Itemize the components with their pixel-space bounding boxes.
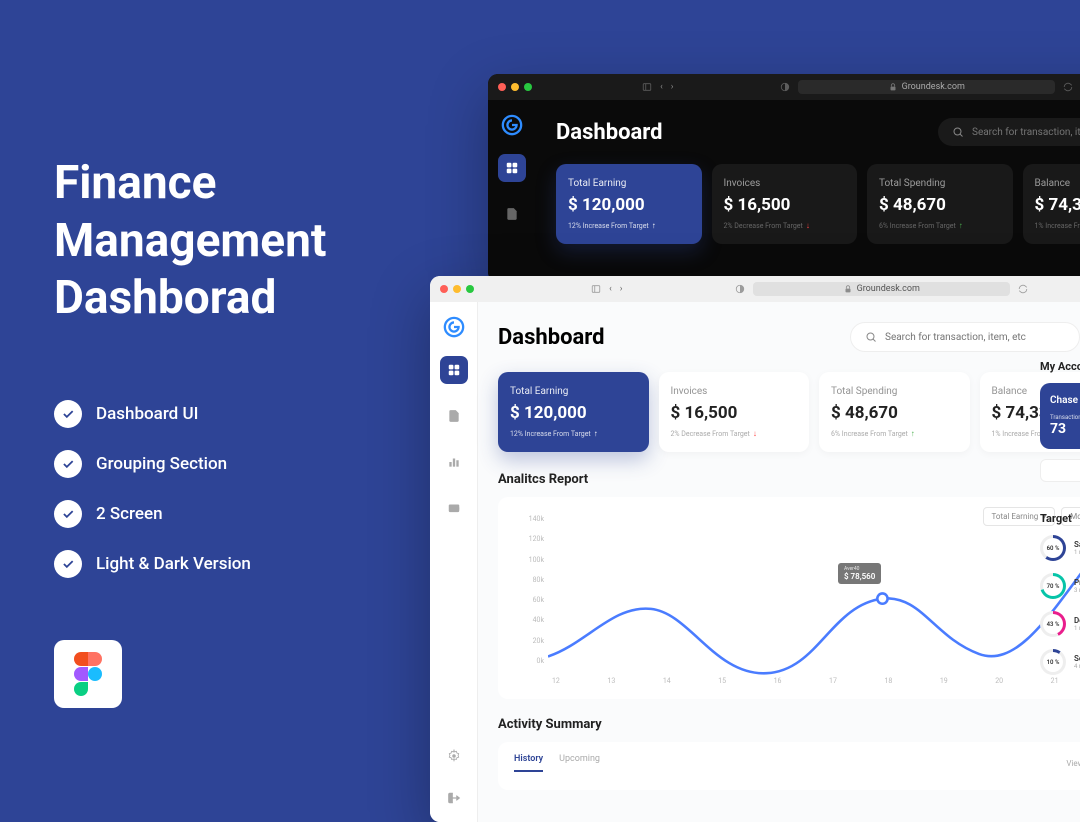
lock-icon: [888, 82, 898, 92]
search-icon: [865, 331, 877, 343]
contrast-icon[interactable]: [780, 82, 790, 92]
feature-item: Grouping Section: [54, 450, 251, 478]
stat-card-spending[interactable]: Total Spending$ 48,6706% Increase From T…: [819, 372, 970, 452]
sidebar: [430, 302, 478, 822]
lock-icon: [843, 284, 853, 294]
sidebar-item-documents[interactable]: [440, 402, 468, 430]
add-account-button[interactable]: + Add New: [1040, 459, 1080, 482]
browser-chrome: ‹ › Groundesk.com: [488, 74, 1080, 100]
light-preview-window: ‹ › Groundesk.com Dashboard: [430, 276, 1080, 822]
traffic-min-icon[interactable]: [511, 83, 519, 91]
search-bar[interactable]: [938, 118, 1080, 146]
sidebar-item-dashboard[interactable]: [440, 356, 468, 384]
traffic-close-icon[interactable]: [498, 83, 506, 91]
activity-card: History Upcoming View More →: [498, 742, 1080, 790]
sidebar: [488, 100, 536, 282]
trend-up-icon: [652, 221, 656, 230]
contrast-icon[interactable]: [735, 284, 745, 294]
stat-card-earning[interactable]: Total Earning$ 120,00012% Increase From …: [556, 164, 702, 244]
traffic-min-icon[interactable]: [453, 285, 461, 293]
refresh-icon[interactable]: [1063, 82, 1073, 92]
stats-row: Total Earning$ 120,00012% Increase From …: [498, 372, 1080, 452]
target-title: Target: [1040, 512, 1080, 525]
check-icon: [54, 400, 82, 428]
chart-x-axis: 1213141516171819202122: [552, 677, 1080, 685]
chart-y-axis: 140k120k100k80k60k40k20k0k: [514, 515, 544, 665]
stat-card-balance[interactable]: Balance$ 74,3301% Increase From Target: [1023, 164, 1080, 244]
search-icon: [952, 126, 964, 138]
progress-ring: 10 %: [1040, 649, 1066, 675]
app-logo: [443, 316, 465, 338]
stats-row: Total Earning$ 120,00012% Increase From …: [556, 164, 1080, 244]
sidebar-toggle-icon[interactable]: [642, 82, 652, 92]
feature-item: 2 Screen: [54, 500, 251, 528]
sidebar-toggle-icon[interactable]: [591, 284, 601, 294]
trend-up-icon: [911, 429, 915, 438]
stat-card-spending[interactable]: Total Spending$ 48,6706% Increase From T…: [867, 164, 1013, 244]
page-title: Dashboard: [556, 120, 663, 145]
sidebar-item-documents[interactable]: [498, 200, 526, 228]
trend-up-icon: [959, 221, 963, 230]
view-more-link[interactable]: View More →: [1066, 759, 1080, 768]
nav-back-icon[interactable]: ‹: [609, 284, 612, 294]
tab-upcoming[interactable]: Upcoming: [559, 754, 600, 772]
progress-ring: 70 %: [1040, 573, 1066, 599]
sidebar-item-dashboard[interactable]: [498, 154, 526, 182]
refresh-icon[interactable]: [1018, 284, 1028, 294]
account-title: My Account Ban: [1040, 360, 1080, 373]
progress-ring: 43 %: [1040, 611, 1066, 637]
search-input[interactable]: [972, 127, 1080, 138]
sidebar-item-analytics[interactable]: [440, 448, 468, 476]
check-icon: [54, 550, 82, 578]
check-icon: [54, 450, 82, 478]
stat-card-invoices[interactable]: Invoices$ 16,5002% Decrease From Target: [712, 164, 858, 244]
sidebar-item-logout[interactable]: [440, 784, 468, 812]
analytics-chart: Total Earning▾ Monthly▾ 140k120k100k80k6…: [498, 497, 1080, 699]
feature-list: Dashboard UI Grouping Section 2 Screen L…: [54, 400, 251, 600]
page-title: Dashboard: [498, 325, 605, 350]
search-input[interactable]: [885, 332, 1065, 343]
trend-down-icon: [753, 429, 757, 438]
dark-preview-window: ‹ › Groundesk.com Dashboard: [488, 74, 1080, 282]
bank-card[interactable]: Chase Transaction 73: [1040, 383, 1080, 449]
progress-ring: 60 %: [1040, 535, 1066, 561]
target-item[interactable]: 60 %Sale Of Go1 month later: [1040, 535, 1080, 561]
target-item[interactable]: 70 %Property R3 month later: [1040, 573, 1080, 599]
app-logo: [501, 114, 523, 136]
target-item[interactable]: 43 %Design Ser1 month later: [1040, 611, 1080, 637]
analytics-title: Analitcs Report: [498, 472, 1080, 487]
feature-item: Light & Dark Version: [54, 550, 251, 578]
hero-title: Finance Management Dashborad: [54, 155, 326, 328]
trend-up-icon: [594, 429, 598, 438]
right-column: My Account Ban Chase Transaction 73 + Ad…: [1040, 360, 1080, 687]
trend-down-icon: [806, 221, 810, 230]
stat-card-invoices[interactable]: Invoices$ 16,5002% Decrease From Target: [659, 372, 810, 452]
nav-forward-icon[interactable]: ›: [671, 82, 674, 92]
check-icon: [54, 500, 82, 528]
search-bar[interactable]: [850, 322, 1080, 352]
target-item[interactable]: 10 %Service4 month later: [1040, 649, 1080, 675]
activity-tabs: History Upcoming: [514, 754, 600, 772]
traffic-max-icon[interactable]: [466, 285, 474, 293]
sidebar-item-settings[interactable]: [440, 742, 468, 770]
browser-chrome: ‹ › Groundesk.com: [430, 276, 1080, 302]
nav-back-icon[interactable]: ‹: [660, 82, 663, 92]
traffic-max-icon[interactable]: [524, 83, 532, 91]
tab-history[interactable]: History: [514, 754, 543, 772]
nav-forward-icon[interactable]: ›: [620, 284, 623, 294]
sidebar-item-wallet[interactable]: [440, 494, 468, 522]
url-bar[interactable]: Groundesk.com: [798, 80, 1055, 94]
feature-item: Dashboard UI: [54, 400, 251, 428]
stat-card-earning[interactable]: Total Earning$ 120,00012% Increase From …: [498, 372, 649, 452]
figma-icon: [54, 640, 122, 708]
url-bar[interactable]: Groundesk.com: [753, 282, 1010, 296]
chart-tooltip: Aver40$ 78,560: [838, 563, 881, 584]
traffic-close-icon[interactable]: [440, 285, 448, 293]
activity-title: Activity Summary: [498, 717, 1080, 732]
